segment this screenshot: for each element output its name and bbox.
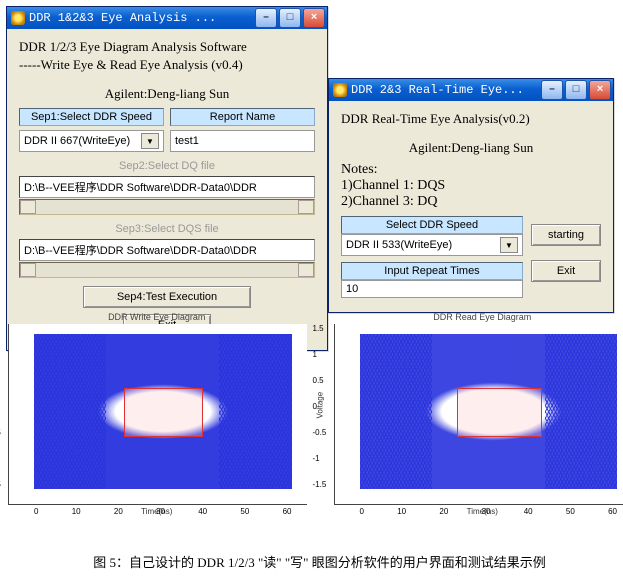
scroll-right-icon[interactable] — [298, 200, 314, 214]
app-heading-2: DDR Real-Time Eye Analysis(v0.2) — [341, 111, 601, 127]
scroll-right-icon[interactable] — [298, 263, 314, 277]
x-ticks: 0102030405060 — [34, 507, 292, 516]
ddr-speed-select-1[interactable]: DDR II 667(WriteEye) ▼ — [19, 130, 164, 152]
window-realtime-eye: DDR 2&3 Real-Time Eye... – □ × DDR Real-… — [328, 78, 614, 313]
brand-1: Agilent:Deng-liang Sun — [19, 86, 315, 102]
dq-file-path[interactable]: D:\B--VEE程序\DDR Software\DDR-Data0\DDR — [19, 176, 315, 198]
step2-label: Sep2:Select DQ file — [59, 158, 275, 174]
step3-label: Sep3:Select DQS file — [59, 221, 275, 237]
report-name-input[interactable]: test1 — [170, 130, 315, 152]
app-heading-1: DDR 1/2/3 Eye Diagram Analysis Software — [19, 39, 315, 55]
chevron-down-icon[interactable]: ▼ — [141, 133, 159, 149]
app-icon — [333, 83, 347, 97]
window-title-1: DDR 1&2&3 Eye Analysis ... — [29, 11, 255, 25]
minimize-button[interactable]: – — [255, 8, 277, 28]
charts-row: DDR Write Eye Diagram 1.510.50-0.5-1-1.5… — [8, 312, 623, 516]
select-ddr-label: Select DDR Speed — [341, 216, 523, 234]
figure-caption: 图 5：自己设计的 DDR 1/2/3 "读" "写" 眼图分析软件的用户界面和… — [0, 552, 623, 571]
chart-title-right: DDR Read Eye Diagram — [334, 312, 623, 322]
scrollbar-1[interactable] — [19, 199, 315, 215]
brand-2: Agilent:Deng-liang Sun — [341, 140, 601, 156]
x-ticks: 0102030405060 — [360, 507, 618, 516]
repeat-times-label: Input Repeat Times — [341, 262, 523, 280]
window-eye-analysis: DDR 1&2&3 Eye Analysis ... – □ × DDR 1/2… — [6, 6, 328, 351]
chart-write-eye: DDR Write Eye Diagram 1.510.50-0.5-1-1.5… — [8, 312, 306, 516]
repeat-times-input[interactable]: 10 — [341, 280, 523, 298]
scroll-left-icon[interactable] — [20, 200, 36, 214]
scroll-track[interactable] — [36, 263, 298, 277]
close-button[interactable]: × — [303, 8, 325, 28]
ddr-speed-value-2: DDR II 533(WriteEye) — [346, 239, 452, 251]
report-name-label: Report Name — [170, 108, 315, 126]
test-execution-button[interactable]: Sep4:Test Execution — [83, 286, 251, 308]
scroll-left-icon[interactable] — [20, 263, 36, 277]
app-icon — [11, 11, 25, 25]
scrollbar-2[interactable] — [19, 262, 315, 278]
maximize-button[interactable]: □ — [565, 80, 587, 100]
titlebar-1[interactable]: DDR 1&2&3 Eye Analysis ... – □ × — [7, 7, 327, 29]
report-name-value: test1 — [175, 135, 199, 147]
maximize-button[interactable]: □ — [279, 8, 301, 28]
window-title-2: DDR 2&3 Real-Time Eye... — [351, 83, 541, 97]
minimize-button[interactable]: – — [541, 80, 563, 100]
ddr-speed-value-1: DDR II 667(WriteEye) — [24, 135, 130, 147]
scroll-track[interactable] — [36, 200, 298, 214]
y-ticks: 1.510.50-0.5-1-1.5 — [313, 324, 327, 489]
step1-label: Sep1:Select DDR Speed — [19, 108, 164, 126]
exit-button-2[interactable]: Exit — [531, 260, 601, 282]
ddr-speed-select-2[interactable]: DDR II 533(WriteEye) ▼ — [341, 234, 523, 256]
chart-read-eye: DDR Read Eye Diagram Voltage 1.510.50-0.… — [334, 312, 623, 516]
note-channel1: 1)Channel 1: DQS — [341, 178, 601, 194]
y-ticks: 1.510.50-0.5-1-1.5 — [0, 324, 1, 489]
eye-mask-box — [457, 388, 541, 437]
titlebar-2[interactable]: DDR 2&3 Real-Time Eye... – □ × — [329, 79, 613, 101]
chart-canvas-left: 1.510.50-0.5-1-1.5 0102030405060 — [8, 324, 307, 505]
repeat-value: 10 — [346, 283, 358, 295]
close-button[interactable]: × — [589, 80, 611, 100]
app-subtitle-1: -----Write Eye & Read Eye Analysis (v0.4… — [19, 57, 315, 73]
notes-title: Notes: — [341, 162, 601, 178]
eye-mask-box — [124, 388, 203, 437]
chart-title-left: DDR Write Eye Diagram — [8, 312, 306, 322]
chart-canvas-right: Voltage 1.510.50-0.5-1-1.5 0102030405060 — [334, 324, 623, 505]
dqs-file-path[interactable]: D:\B--VEE程序\DDR Software\DDR-Data0\DDR — [19, 239, 315, 261]
note-channel3: 2)Channel 3: DQ — [341, 194, 601, 210]
starting-button[interactable]: starting — [531, 224, 601, 246]
chevron-down-icon[interactable]: ▼ — [500, 237, 518, 253]
